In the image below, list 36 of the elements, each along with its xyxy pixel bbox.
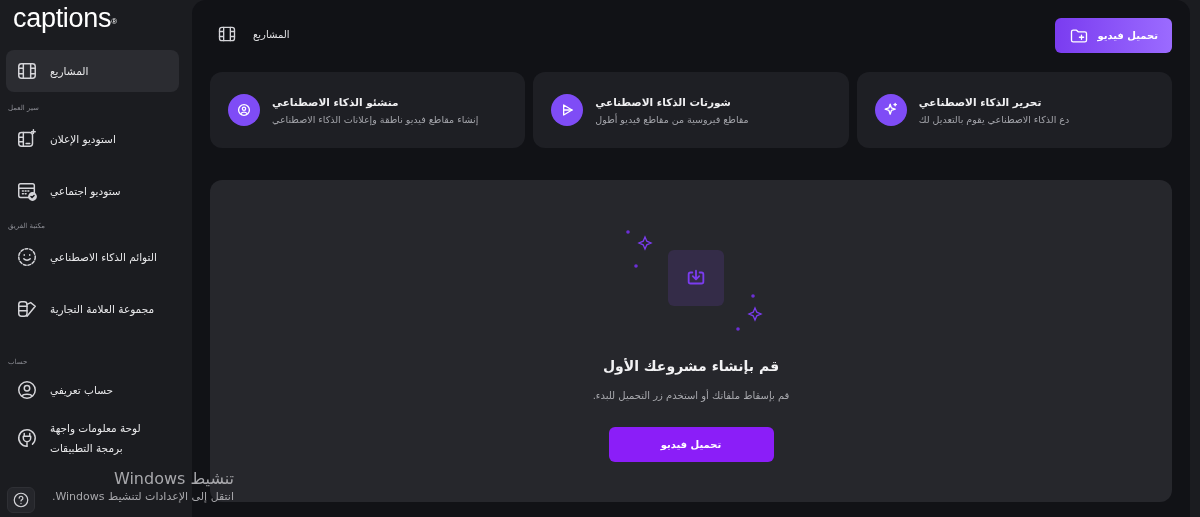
card-title: منشئو الذكاء الاصطناعي bbox=[272, 95, 400, 108]
upload-video-button[interactable]: تحميل فيديو bbox=[1055, 18, 1172, 53]
calendar-check-icon bbox=[16, 180, 38, 202]
film-sparkle-icon bbox=[16, 128, 38, 150]
help-icon bbox=[12, 491, 30, 509]
activation-title: تنشيط Windows bbox=[113, 468, 234, 489]
card-description: إنشاء مقاطع فيديو ناطقة وإعلانات الذكاء الاصطناعي bbox=[272, 113, 479, 125]
upload-icon bbox=[668, 250, 724, 306]
feature-card[interactable]: منشئو الذكاء الاصطناعي إنشاء مقاطع فيديو ناطقة وإعلانات الذكاء الاصطناعي bbox=[210, 72, 526, 148]
card-description: دع الذكاء الاصطناعي يقوم بالتعديل لك bbox=[918, 113, 1070, 125]
card-title: شورتات الذكاء الاصطناعي bbox=[595, 95, 732, 108]
film-icon bbox=[217, 24, 237, 44]
breadcrumb[interactable]: المشاريع bbox=[253, 28, 290, 40]
sidebar-item[interactable]: التوائم الذكاء الاصطناعي bbox=[6, 238, 179, 276]
sidebar-item[interactable]: المشاريع bbox=[6, 50, 179, 92]
user-icon bbox=[16, 379, 38, 401]
sidebar-item[interactable]: مجموعة العلامة التجارية bbox=[6, 290, 179, 328]
help-button[interactable] bbox=[7, 487, 35, 513]
sidebar-item[interactable]: حساب تعريفي bbox=[6, 374, 179, 406]
sidebar-item[interactable]: لوحة معلومات واجهة برمجة التطبيقات bbox=[6, 414, 179, 462]
empty-state-title: قم بإنشاء مشروعك الأول bbox=[602, 358, 780, 374]
upload-video-button[interactable]: تحميل فيديو bbox=[608, 427, 774, 462]
face-circle-icon bbox=[228, 94, 260, 126]
card-title: تحرير الذكاء الاصطناعي bbox=[918, 95, 1043, 108]
empty-state-message: قم بإسقاط ملفاتك أو استخدم زر التحميل للبدء. bbox=[592, 390, 790, 401]
brand-kit-icon bbox=[16, 298, 38, 320]
sidebar-item[interactable]: ستوديو اجتماعي bbox=[6, 172, 179, 210]
feature-card[interactable]: شورتات الذكاء الاصطناعي مقاطع فيروسية من مقاطع فيديو أطول bbox=[533, 72, 849, 148]
plug-icon bbox=[16, 427, 38, 449]
sidebar-item[interactable]: استوديو الإعلان bbox=[6, 120, 179, 158]
card-description: مقاطع فيروسية من مقاطع فيديو أطول bbox=[595, 113, 749, 125]
smiley-icon bbox=[16, 246, 38, 268]
activation-message: انتقل إلى الإعدادات لتنشيط Windows. bbox=[51, 489, 234, 504]
feature-card[interactable]: تحرير الذكاء الاصطناعي دع الذكاء الاصطناعي يقوم بالتعديل لك bbox=[856, 72, 1172, 148]
sparkle-icon bbox=[874, 94, 907, 126]
film-icon bbox=[16, 60, 38, 82]
